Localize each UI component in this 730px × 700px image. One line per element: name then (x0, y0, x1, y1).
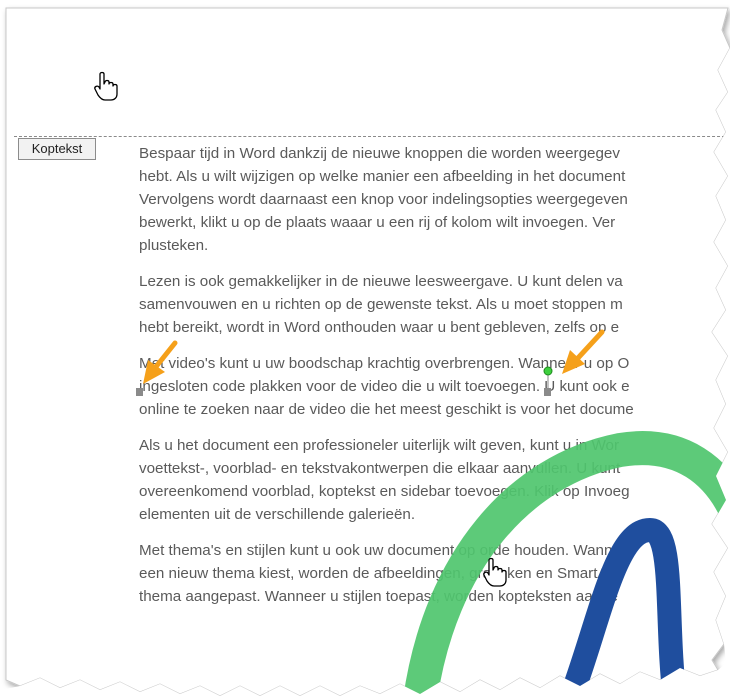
text-line: voettekst-, voorblad- en tekstvakontwerp… (139, 460, 621, 477)
paragraph[interactable]: Met thema's en stijlen kunt u ook uw doc… (139, 539, 730, 608)
text-line: Vervolgens wordt daarnaast een knop voor… (139, 191, 628, 208)
text-line: hebt. Als u wilt wijzigen op welke manie… (139, 168, 626, 185)
paragraph[interactable]: Bespaar tijd in Word dankzij de nieuwe k… (139, 142, 730, 257)
text-line: een nieuw thema kiest, worden de afbeeld… (139, 565, 617, 582)
header-boundary-line (14, 136, 730, 137)
text-line: Als u het document een professioneler ui… (139, 437, 620, 454)
text-line: elementen uit de verschillende galerieën… (139, 506, 416, 523)
header-label-tab[interactable]: Koptekst (18, 138, 96, 160)
document-body[interactable]: Bespaar tijd in Word dankzij de nieuwe k… (139, 142, 730, 621)
text-line: Met video's kunt u uw boodschap krachtig… (139, 355, 630, 372)
paragraph[interactable]: Lezen is ook gemakkelijker in de nieuwe … (139, 270, 730, 339)
text-line: thema aangepast. Wanneer u stijlen toepa… (139, 588, 618, 605)
paragraph[interactable]: Als u het document een professioneler ui… (139, 434, 730, 526)
paragraph[interactable]: Met video's kunt u uw boodschap krachtig… (139, 352, 730, 421)
text-line: Met thema's en stijlen kunt u ook uw doc… (139, 542, 621, 559)
text-line: bewerkt, klikt u op de plaats waaar u ee… (139, 214, 616, 231)
document-screenshot: Koptekst Bespaar tijd in Word dankzij de… (0, 0, 730, 700)
text-line: ingesloten code plakken voor de video di… (139, 378, 630, 395)
text-line: samenvouwen en u richten op de gewenste … (139, 296, 623, 313)
text-line: Bespaar tijd in Word dankzij de nieuwe k… (139, 145, 620, 162)
text-line: hebt bereikt, wordt in Word onthouden wa… (139, 319, 620, 336)
text-line: plusteken. (139, 237, 209, 254)
text-line: online te zoeken naar de video die het m… (139, 401, 634, 418)
text-line: overeenkomend voorblad, koptekst en side… (139, 483, 630, 500)
text-line: Lezen is ook gemakkelijker in de nieuwe … (139, 273, 623, 290)
